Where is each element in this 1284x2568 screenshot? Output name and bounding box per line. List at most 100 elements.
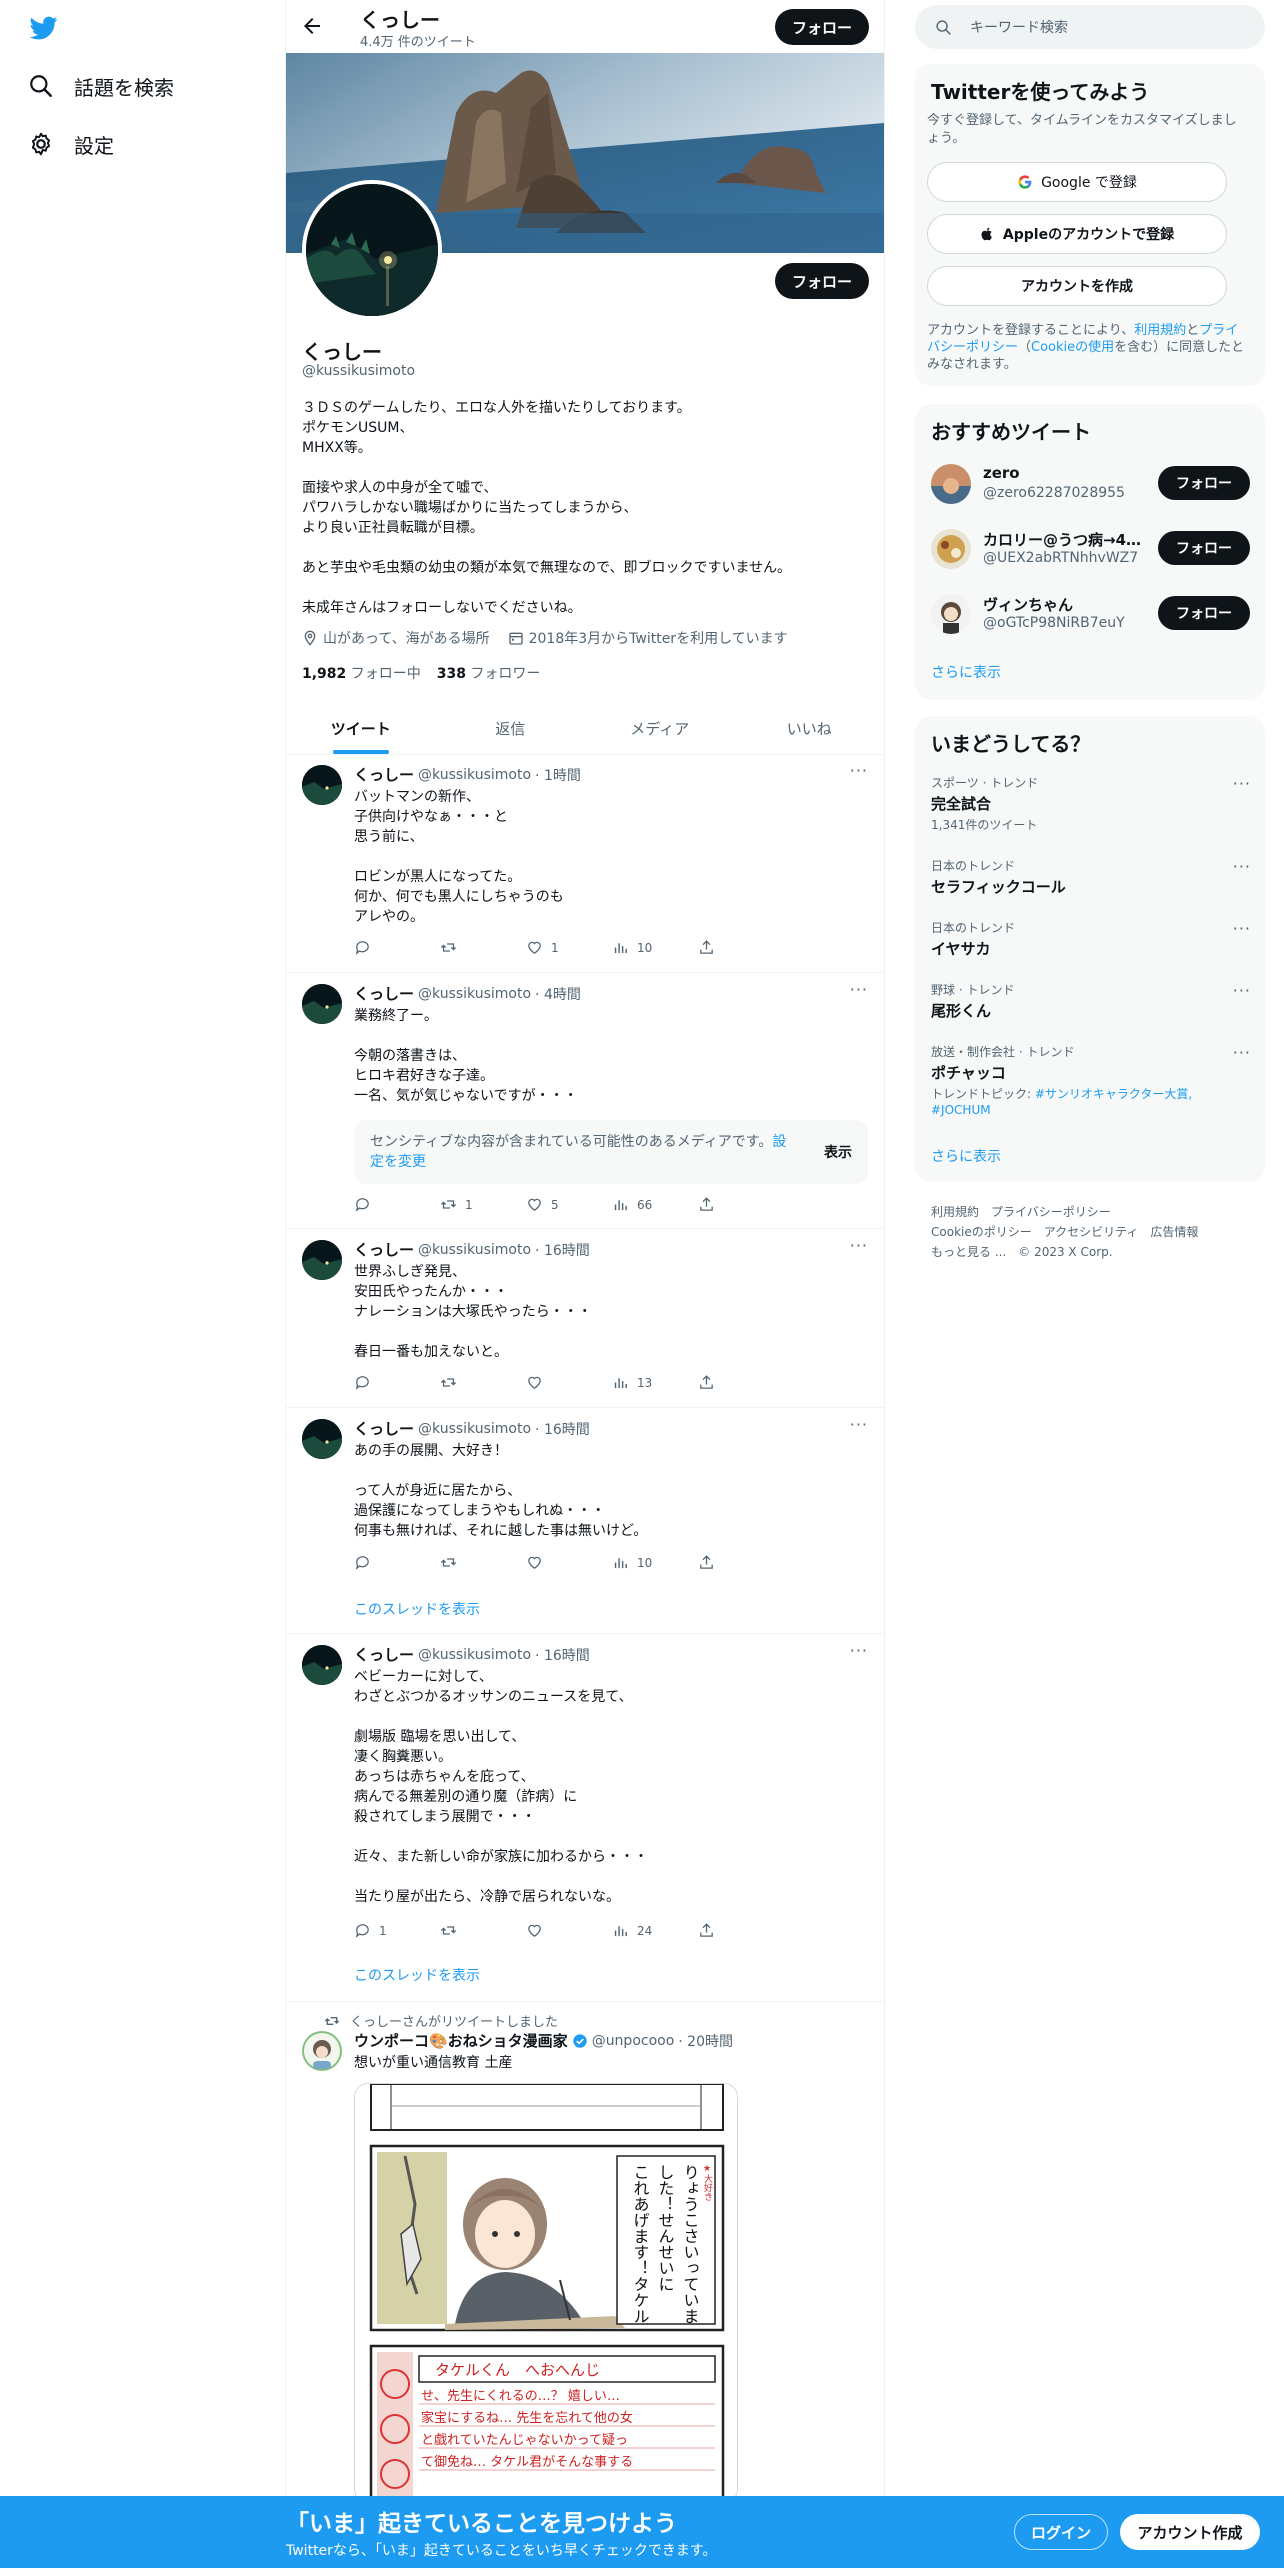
retweet-button[interactable]	[440, 1554, 526, 1571]
tweet-author-name[interactable]: くっしー	[354, 764, 414, 785]
back-arrow-icon[interactable]	[300, 14, 324, 38]
tab-likes[interactable]: いいね	[735, 702, 885, 754]
footer-more[interactable]: もっと見る ...	[931, 1245, 1006, 1259]
create-account-button[interactable]: アカウントを作成	[927, 266, 1227, 306]
tweet-time[interactable]: · 16時間	[535, 1419, 590, 1439]
tweet-author-handle[interactable]: @kussikusimoto	[418, 986, 531, 1002]
tweet-media-manga[interactable]: りょうこさいっていま した！せんせいに これあげます！タケル ★大好き タケルく…	[354, 2083, 738, 2503]
show-media-button[interactable]: 表示	[824, 1142, 852, 1162]
more-options-icon[interactable]: ···	[1233, 1043, 1251, 1062]
tweet[interactable]: くっしー @kussikusimoto · 1時間 ··· バットマンの新作、 …	[286, 755, 884, 973]
topbar-follow-button[interactable]: フォロー	[775, 9, 869, 45]
terms-link[interactable]: 利用規約	[1134, 323, 1186, 338]
tweet-time[interactable]: · 20時間	[678, 2031, 733, 2051]
tweet-avatar[interactable]	[302, 765, 342, 805]
share-button[interactable]	[698, 1374, 784, 1391]
tweet-author-name[interactable]: ウンポーコ🎨おねショタ漫画家	[354, 2030, 568, 2051]
twitter-logo-icon[interactable]	[28, 14, 60, 42]
retweet-button[interactable]: 1	[440, 1196, 526, 1213]
trends-show-more[interactable]: さらに表示	[931, 1146, 1001, 1166]
more-options-icon[interactable]: ···	[1233, 857, 1251, 876]
tweet-avatar[interactable]	[302, 1645, 342, 1685]
footer-terms[interactable]: 利用規約	[931, 1205, 979, 1219]
footer-privacy[interactable]: プライバシーポリシー	[991, 1205, 1111, 1219]
retweet-button[interactable]	[440, 1922, 526, 1939]
tweet[interactable]: くっしー @kussikusimoto · 16時間 ··· あの手の展開、大好…	[286, 1409, 884, 1634]
profile-follow-button[interactable]: フォロー	[775, 263, 869, 299]
follow-button[interactable]: フォロー	[1158, 466, 1250, 500]
more-options-icon[interactable]: ···	[850, 1415, 868, 1434]
views-button[interactable]: 13	[612, 1374, 698, 1391]
more-options-icon[interactable]: ···	[1233, 919, 1251, 938]
retweet-label-text[interactable]: くっしーさんがリツイートしました	[350, 2011, 558, 2030]
tweet[interactable]: くっしー @kussikusimoto · 16時間 ··· ベビーカーに対して…	[286, 1635, 884, 2002]
like-button[interactable]: 1	[526, 939, 612, 956]
signup-button[interactable]: アカウント作成	[1120, 2514, 1260, 2550]
show-thread-link[interactable]: このスレッドを表示	[354, 1599, 480, 1619]
trend-item[interactable]: 放送・制作会社 · トレンド ポチャッコ トレンドトピック: #サンリオキャラク…	[931, 1043, 1251, 1118]
tweet[interactable]: くっしー @kussikusimoto · 16時間 ··· 世界ふしぎ発見、 …	[286, 1230, 884, 1408]
like-button[interactable]	[526, 1374, 612, 1391]
recommended-avatar[interactable]	[931, 529, 971, 569]
recommended-user[interactable]: ヴィンちゃん @oGTcP98NiRB7euY フォロー	[915, 582, 1265, 646]
apple-signup-button[interactable]: Appleのアカウントで登録	[927, 214, 1227, 254]
tweet-time[interactable]: · 4時間	[535, 984, 581, 1004]
tweet-avatar[interactable]	[302, 2031, 342, 2071]
more-options-icon[interactable]: ···	[850, 980, 868, 999]
reply-button[interactable]	[354, 939, 440, 956]
google-signup-button[interactable]: Google で登録	[927, 162, 1227, 202]
nav-settings[interactable]: 設定	[28, 124, 114, 164]
tweet[interactable]: くっしー @kussikusimoto · 4時間 ··· 業務終了ー。 今朝の…	[286, 974, 884, 1229]
views-button[interactable]: 24	[612, 1922, 698, 1939]
trend-item[interactable]: 野球 · トレンド 尾形くん ···	[931, 981, 1251, 1021]
tweet-time[interactable]: · 1時間	[535, 765, 581, 785]
like-button[interactable]: 5	[526, 1196, 612, 1213]
like-button[interactable]	[526, 1554, 612, 1571]
reply-button[interactable]: 1	[354, 1922, 440, 1939]
search-box[interactable]: キーワード検索	[915, 5, 1265, 49]
recommended-user[interactable]: カロリー@うつ病→4... @UEX2abRTNhhvWZ7 フォロー	[915, 517, 1265, 581]
follow-button[interactable]: フォロー	[1158, 596, 1250, 630]
share-button[interactable]	[698, 1554, 784, 1571]
tweet-author-handle[interactable]: @kussikusimoto	[418, 1242, 531, 1258]
retweet-button[interactable]	[440, 1374, 526, 1391]
recommended-show-more[interactable]: さらに表示	[931, 662, 1001, 682]
reply-button[interactable]	[354, 1196, 440, 1213]
retweet-button[interactable]	[440, 939, 526, 956]
share-button[interactable]	[698, 1196, 784, 1213]
tab-replies[interactable]: 返信	[436, 702, 586, 754]
tweet-avatar[interactable]	[302, 1419, 342, 1459]
trend-item[interactable]: 日本のトレンド セラフィックコール ···	[931, 857, 1251, 897]
reply-button[interactable]	[354, 1554, 440, 1571]
following-link[interactable]: 1,982 フォロー中	[302, 663, 421, 683]
tweet-author-name[interactable]: くっしー	[354, 1644, 414, 1665]
login-button[interactable]: ログイン	[1014, 2514, 1108, 2550]
tweet-time[interactable]: · 16時間	[535, 1240, 590, 1260]
views-button[interactable]: 10	[612, 939, 698, 956]
reply-button[interactable]	[354, 1374, 440, 1391]
followers-link[interactable]: 338 フォロワー	[437, 663, 541, 683]
more-options-icon[interactable]: ···	[850, 761, 868, 780]
show-thread-link[interactable]: このスレッドを表示	[354, 1965, 480, 1985]
views-button[interactable]: 10	[612, 1554, 698, 1571]
views-button[interactable]: 66	[612, 1196, 698, 1213]
more-options-icon[interactable]: ···	[850, 1641, 868, 1660]
tweet-author-name[interactable]: くっしー	[354, 1239, 414, 1260]
trend-item[interactable]: 日本のトレンド イヤサカ ···	[931, 919, 1251, 959]
like-button[interactable]	[526, 1922, 612, 1939]
footer-cookie[interactable]: Cookieのポリシー	[931, 1225, 1032, 1239]
recommended-avatar[interactable]	[931, 594, 971, 634]
tweet-author-handle[interactable]: @unpocooo	[592, 2033, 675, 2049]
more-options-icon[interactable]: ···	[850, 1236, 868, 1255]
recommended-user[interactable]: zero @zero62287028955 フォロー	[915, 452, 1265, 516]
tab-tweets[interactable]: ツイート	[286, 702, 436, 754]
tweet-author-handle[interactable]: @kussikusimoto	[418, 1647, 531, 1663]
share-button[interactable]	[698, 1922, 784, 1939]
cookie-link[interactable]: Cookieの使用	[1031, 340, 1114, 355]
tweet-author-handle[interactable]: @kussikusimoto	[418, 767, 531, 783]
recommended-avatar[interactable]	[931, 464, 971, 504]
tweet-avatar[interactable]	[302, 984, 342, 1024]
trend-item[interactable]: スポーツ · トレンド 完全試合 1,341件のツイート ···	[931, 774, 1251, 833]
profile-avatar[interactable]	[302, 180, 442, 320]
more-options-icon[interactable]: ···	[1233, 981, 1251, 1000]
